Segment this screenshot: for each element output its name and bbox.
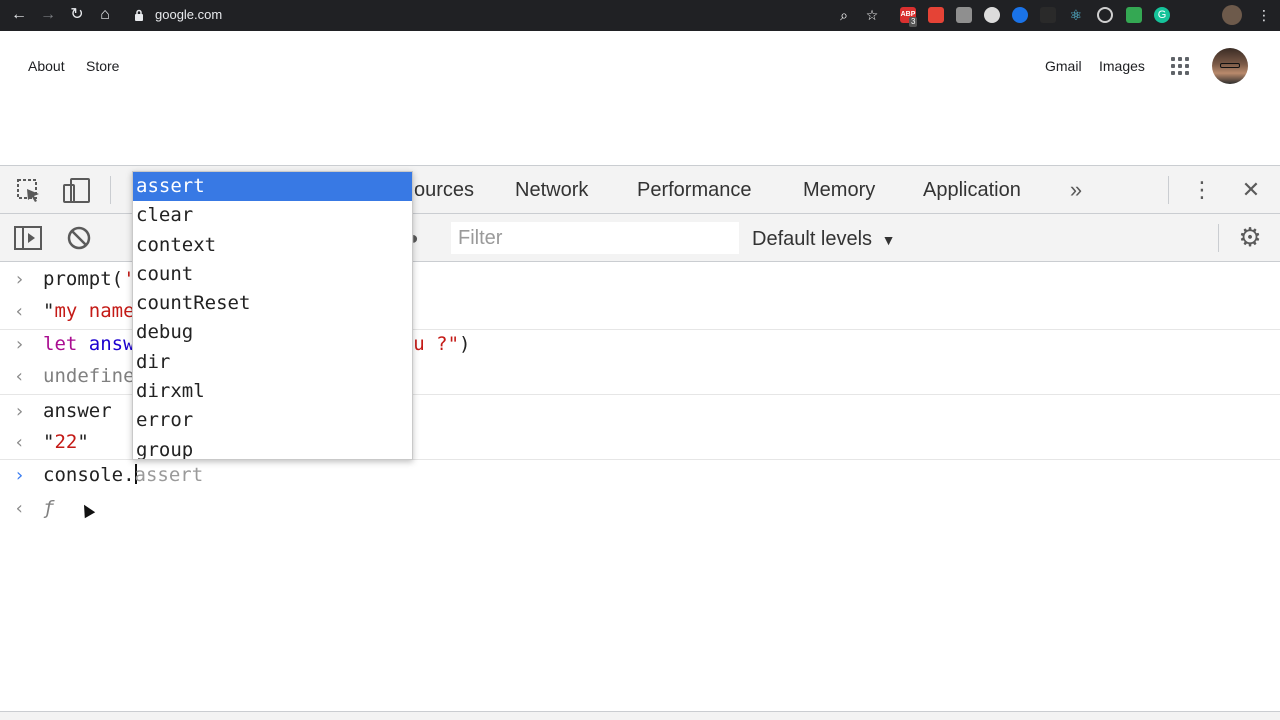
- tab-divider-right: [1168, 176, 1169, 204]
- autocomplete-item[interactable]: countReset: [133, 289, 412, 318]
- tab-memory[interactable]: Memory: [803, 179, 875, 202]
- output-chevron-icon: ‹: [14, 301, 25, 322]
- back-arrow-icon[interactable]: ←: [8, 4, 30, 26]
- inspect-element-icon[interactable]: [16, 178, 42, 204]
- bookmark-star-icon[interactable]: ☆: [864, 7, 880, 23]
- default-levels-dropdown[interactable]: Default levels ▼: [752, 228, 895, 251]
- output-chevron-icon: ‹: [14, 432, 25, 453]
- eager-eval-chevron-icon: ‹: [14, 498, 25, 519]
- devtools-menu-icon[interactable]: ⋮: [1190, 177, 1214, 203]
- autocomplete-item[interactable]: context: [133, 231, 412, 260]
- settings-gear-icon[interactable]: ⚙: [1236, 224, 1264, 250]
- dropdown-arrow-icon: ▼: [881, 232, 896, 248]
- autocomplete-item[interactable]: count: [133, 260, 412, 289]
- grammarly-icon[interactable]: G: [1154, 7, 1170, 23]
- forward-arrow-icon[interactable]: →: [37, 4, 59, 26]
- address-bar-url[interactable]: google.com: [155, 7, 222, 22]
- reload-icon[interactable]: ↻: [66, 4, 88, 26]
- prompt-chevron-icon: ›: [14, 465, 25, 486]
- autocomplete-item[interactable]: assert: [133, 172, 412, 202]
- zoom-icon[interactable]: ⌕: [836, 7, 852, 23]
- autocomplete-item[interactable]: dirxml: [133, 377, 412, 406]
- lock-icon: [135, 9, 143, 21]
- eager-eval-preview: ƒ: [43, 497, 55, 519]
- close-devtools-icon[interactable]: ✕: [1238, 177, 1264, 203]
- tab-sources[interactable]: ources: [414, 179, 474, 202]
- console-output-line: undefine: [43, 365, 135, 387]
- input-chevron-icon: ›: [14, 334, 25, 355]
- autocomplete-ghost-text: assert: [134, 464, 204, 486]
- account-avatar[interactable]: [1212, 48, 1248, 84]
- console-prompt-input[interactable]: console.assert: [43, 464, 203, 486]
- browser-toolbar: ← → ↻ ⌂ google.com ⌕ ☆ ABP 3 ⚛ G ⋮: [0, 0, 1280, 31]
- about-link[interactable]: About: [28, 58, 65, 74]
- extension-icon[interactable]: [956, 7, 972, 23]
- extension-circle-icon[interactable]: [984, 7, 1000, 23]
- input-chevron-icon: ›: [14, 401, 25, 422]
- console-output-line: "my name: [43, 300, 135, 322]
- tab-divider: [110, 176, 111, 204]
- device-toolbar-icon[interactable]: [63, 178, 91, 204]
- console-input-line[interactable]: prompt(': [43, 268, 135, 290]
- chrome-menu-icon[interactable]: ⋮: [1253, 4, 1275, 26]
- autocomplete-item[interactable]: group: [133, 436, 412, 459]
- extension-target-icon[interactable]: [1097, 7, 1113, 23]
- extension-dark-icon[interactable]: [1040, 7, 1056, 23]
- autocomplete-item[interactable]: dir: [133, 348, 412, 377]
- clear-console-icon[interactable]: [67, 226, 91, 250]
- google-apps-icon[interactable]: [1171, 57, 1189, 75]
- gmail-link[interactable]: Gmail: [1045, 58, 1082, 74]
- adblock-count-badge: 3: [909, 17, 918, 27]
- toolbar-divider: [1218, 224, 1219, 252]
- input-chevron-icon: ›: [14, 269, 25, 290]
- console-filter-input[interactable]: [451, 222, 739, 254]
- console-output-line: "22": [43, 431, 89, 453]
- home-icon[interactable]: ⌂: [94, 4, 116, 26]
- extension-green-icon[interactable]: [1126, 7, 1142, 23]
- console-prompt-entry: › console.assert ‹ ƒ: [0, 460, 1280, 530]
- cloud-extension-icon[interactable]: [1012, 7, 1028, 23]
- react-devtools-icon[interactable]: ⚛: [1068, 7, 1084, 23]
- profile-avatar-icon[interactable]: [1222, 5, 1242, 25]
- console-sidebar-icon[interactable]: [14, 226, 42, 250]
- more-tabs-chevron-icon[interactable]: »: [1063, 177, 1089, 203]
- console-input-line[interactable]: answer: [43, 400, 112, 422]
- autocomplete-item[interactable]: clear: [133, 201, 412, 230]
- autocomplete-item[interactable]: debug: [133, 318, 412, 347]
- tab-application[interactable]: Application: [923, 179, 1021, 202]
- tab-performance[interactable]: Performance: [637, 179, 752, 202]
- tab-network[interactable]: Network: [515, 179, 588, 202]
- images-link[interactable]: Images: [1099, 58, 1145, 74]
- autocomplete-item[interactable]: error: [133, 406, 412, 435]
- store-link[interactable]: Store: [86, 58, 119, 74]
- autocomplete-dropdown[interactable]: assert clear context count countReset de…: [132, 171, 413, 460]
- pdf-extension-icon[interactable]: [928, 7, 944, 23]
- output-chevron-icon: ‹: [14, 366, 25, 387]
- devtools-bottom-edge: [0, 711, 1280, 720]
- default-levels-label: Default levels: [752, 228, 873, 250]
